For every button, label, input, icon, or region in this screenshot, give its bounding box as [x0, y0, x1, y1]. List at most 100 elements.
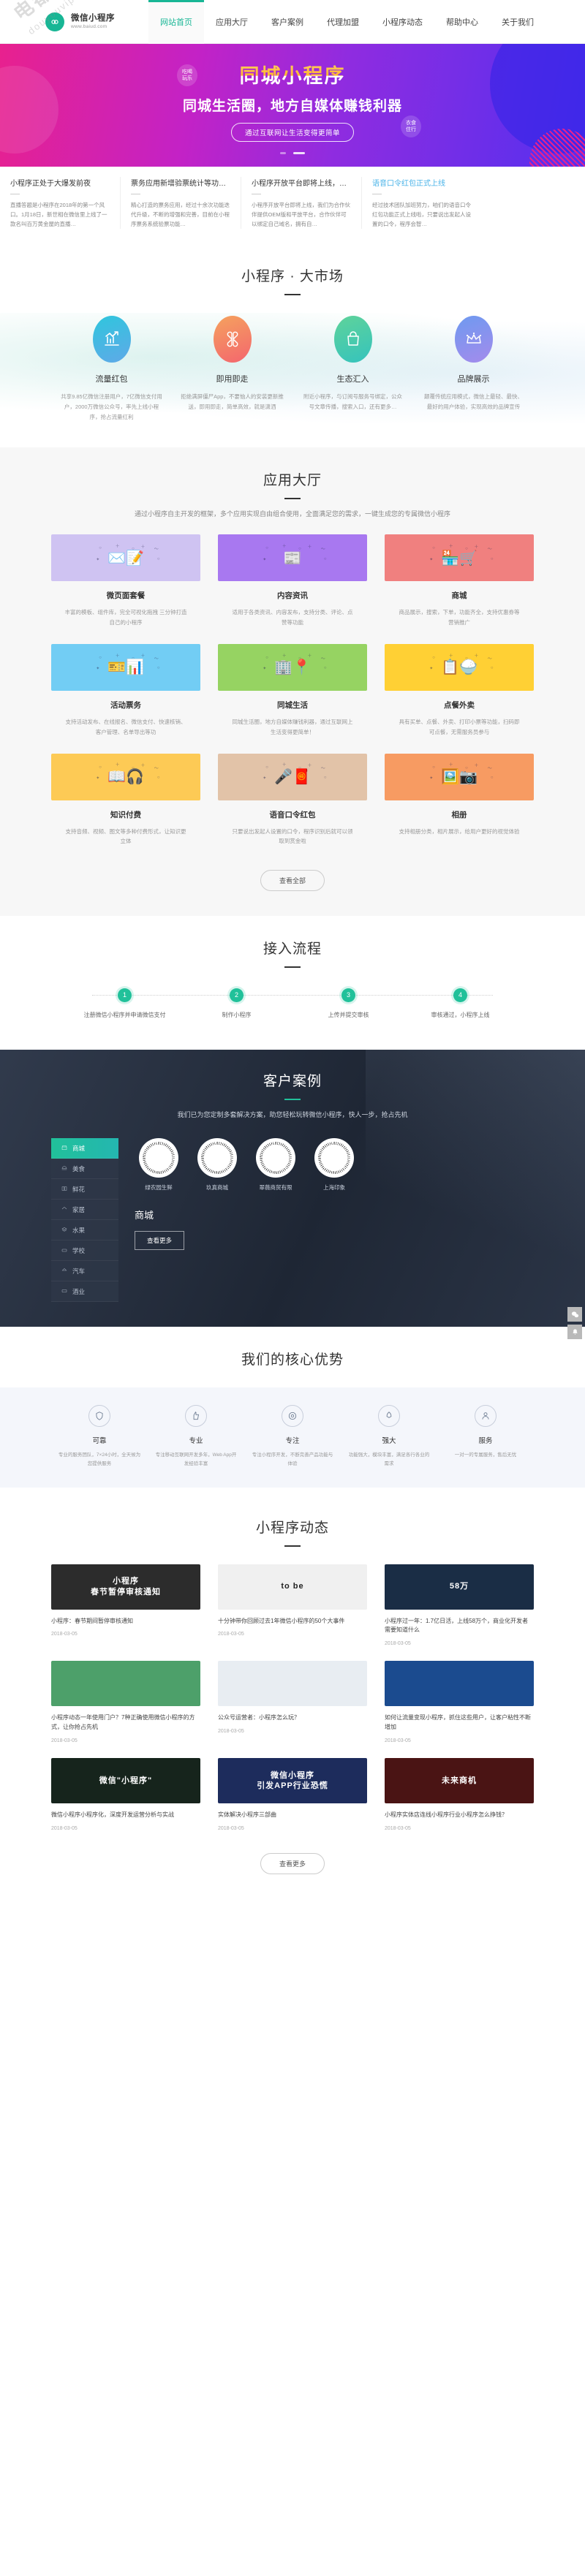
advantage-strip: 可靠 专业的服务团队，7×24小时，全天候为您提供服务 专业 专注移动互联网开发多年，…	[0, 1387, 585, 1488]
chart-growth-icon	[92, 316, 131, 363]
news-card[interactable]: 小程序动态一年使用门户？7种正确使用微信小程序的方式，让你抢占先机 2018-03…	[51, 1661, 200, 1743]
case-category-商城[interactable]: 商城	[51, 1138, 118, 1159]
nav-item-3[interactable]: 代理加盟	[315, 0, 371, 44]
nav-item-0[interactable]: 网站首页	[148, 0, 204, 44]
case-category-酒业[interactable]: 酒业	[51, 1281, 118, 1303]
nav-item-2[interactable]: 客户案例	[260, 0, 315, 44]
news-card[interactable]: 58万 小程序过一年：1.7亿日活，上线58万个，商业化开发者需要知道什么 2018…	[385, 1564, 534, 1646]
cases-view-more-button[interactable]: 查看更多	[135, 1231, 185, 1251]
app-card[interactable]: ○ ＋ ○ ＋〜 ✦ ○ 📰 内容资讯 适用于各类资讯、内容发布，支持分类、评论、点赞等功能	[218, 534, 367, 628]
app-card-grid: ○ ＋ ○ ＋〜 ✦ ○ ✉️📝 微页面套餐 丰富的模板、组件库，完全可视化拖拽 三分钟打造自己…	[51, 534, 534, 863]
news-card[interactable]: 公众号运营者：小程序怎么玩？ 2018-03-05	[218, 1661, 367, 1743]
app-card[interactable]: ○ ＋ ○ ＋〜 ✦ ○ 🖼️📷 相册 支持相册分类，相片展示，给用户更好的视觉体验	[385, 753, 534, 847]
advantage-item: 专业 专注移动互联网开发多年，Web App开发经验丰富	[148, 1405, 244, 1468]
news-card-date: 2018-03-05	[385, 1738, 411, 1743]
market-item[interactable]: 生态汇入 附近小程序，与订阅号服务号绑定，公众号文章传播，搜索入口，还有更多…	[292, 316, 413, 423]
advantage-grid: 可靠 专业的服务团队，7×24小时，全天候为您提供服务 专业 专注移动互联网开发多年，…	[51, 1405, 534, 1468]
news-strip-item[interactable]: 小程序正处于大爆发前夜 直播答题是小程序在2018年的第一个风口。1月18日，新世…	[0, 177, 121, 230]
market-item-desc: 附近小程序，与订阅号服务号绑定，公众号文章传播，搜索入口，还有更多…	[303, 393, 402, 411]
app-card[interactable]: ○ ＋ ○ ＋〜 ✦ ○ ✉️📝 微页面套餐 丰富的模板、组件库，完全可视化拖拽 三分钟打造自己…	[51, 534, 200, 628]
app-card[interactable]: ○ ＋ ○ ＋〜 ✦ ○ 🎤🧧 语音口令红包 只要说出发起人设置的口令，程序识别后就可以领取到赏…	[218, 753, 367, 847]
case-category-鲜花[interactable]: 鲜花	[51, 1179, 118, 1200]
news-strip-item[interactable]: 票务应用新增验票统计等功… 精心打造的票务应用，经过十余次功能迭代升级，不断的增强…	[121, 177, 241, 230]
news-thumbnail: 小程序 春节暂停审核通知	[51, 1564, 200, 1610]
carousel-dot-2[interactable]	[292, 152, 305, 155]
process-step-number: 4	[453, 988, 467, 1003]
app-card[interactable]: ○ ＋ ○ ＋〜 ✦ ○ 🎫📊 活动票务 支持活动发布、在线报名、微信支付、快速核销、客户管理、…	[51, 643, 200, 738]
hero-banner: 吃喝 玩乐 衣食 住行 同城小程序 同城生活圈，地方自媒体赚钱利器 通过互联网让…	[0, 44, 585, 167]
news-strip-item[interactable]: 小程序开放平台即将上线，… 小程序开放平台即将上线，我们为合作伙伴提供OEM版和平…	[241, 177, 362, 230]
wine-icon	[61, 1288, 72, 1295]
view-all-apps-button[interactable]: 查看全部	[260, 870, 325, 892]
app-card-desc: 支持音频、视频、图文等多种付费形式，让知识更立体	[65, 827, 186, 845]
case-logo-item[interactable]: 上海印象	[310, 1138, 358, 1192]
logo[interactable]: 微信小程序 www.baiud.com	[45, 12, 115, 31]
market-item-desc: 拒绝满屏僵尸App，不要恼人的安装更新推送，即用即走，简单高效，就是潇洒	[181, 393, 284, 411]
target-icon	[282, 1405, 303, 1428]
market-item-desc: 共享9.85亿微信注册用户，7亿微信支付用户，2000万微信公众号，率先上线小程…	[61, 393, 162, 421]
app-card-desc: 丰富的模板、组件库，完全可视化拖拽 三分钟打造自己的小程序	[64, 609, 187, 626]
app-card-title: 知识付费	[110, 810, 141, 819]
app-card-title: 内容资讯	[277, 591, 308, 600]
case-logo-item[interactable]: 玖真商城	[193, 1138, 241, 1192]
shop-icon	[61, 1145, 72, 1152]
process-step-number: 3	[341, 988, 355, 1003]
news-card[interactable]: 微信"小程序" 微信小程序小程序化，深度开发运营分析与实战 2018-03-05	[51, 1757, 200, 1831]
nav-item-1[interactable]: 应用大厅	[204, 0, 260, 44]
case-category-汽车[interactable]: 汽车	[51, 1261, 118, 1282]
rocket-icon	[378, 1405, 400, 1428]
app-card[interactable]: ○ ＋ ○ ＋〜 ✦ ○ 🏢📍 同城生活 同城生活圈，地方自媒体赚钱利器，通过互联网上生活变得更…	[218, 643, 367, 738]
menu-bowl-icon: ○ ＋ ○ ＋〜 ✦ ○ 📋🍚	[385, 643, 534, 691]
news-strip-desc: 经过技术团队加班努力，咱们的语音口令红包功能正式上线啦，只要说出发起人设置的口令…	[372, 202, 471, 228]
hero-cta-button[interactable]: 通过互联网让生活变得更简单	[230, 123, 354, 142]
market-item[interactable]: 品牌展示 颠覆传统应用模式，微信上最轻、最快、最好的用户体验，实现高效的品牌宣传	[413, 316, 534, 423]
process-step-number: 2	[230, 988, 244, 1003]
page-root: 电都有综合 douyouvip.com 微信小程序 www.baiud.com …	[0, 0, 585, 1901]
news-card-title: 如何让流量变现小程序，抓住这些用户，让客户粘性不断增加	[385, 1714, 531, 1731]
case-logo-name: 绿农园生鲜	[145, 1184, 173, 1192]
case-logo-badge	[139, 1138, 178, 1178]
news-card[interactable]: 未来商机 小程序实体店连线小程序行业小程序怎么挣钱？ 2018-03-05	[385, 1757, 534, 1831]
app-card[interactable]: ○ ＋ ○ ＋〜 ✦ ○ 📋🍚 点餐外卖 具有买单、点餐、外卖、打印小票等功能，扫码即可点餐，无…	[385, 643, 534, 738]
nav-item-5[interactable]: 帮助中心	[434, 0, 490, 44]
case-category-学校[interactable]: 学校	[51, 1240, 118, 1262]
case-logo-item[interactable]: 翠薇商贸有限	[252, 1138, 300, 1192]
nav-item-4[interactable]: 小程序动态	[371, 0, 434, 44]
app-card-desc: 适用于各类资讯、内容发布，支持分类、评论、点赞等功能	[232, 609, 353, 626]
case-logo-item[interactable]: 绿农园生鲜	[135, 1138, 183, 1192]
news-card-title: 十分钟带你回顾过去1年微信小程序的50个大事件	[218, 1617, 345, 1624]
advantage-item-desc: 一对一的专属服务，售后无忧	[454, 1452, 517, 1458]
ticket-chart-icon: ○ ＋ ○ ＋〜 ✦ ○ 🎫📊	[51, 643, 200, 691]
logo-subtitle: www.baiud.com	[71, 24, 107, 30]
news-card-title: 实体解决小程序三部曲	[218, 1811, 276, 1818]
flower-icon	[61, 1186, 72, 1193]
nav-item-6[interactable]: 关于我们	[490, 0, 546, 44]
case-category-家居[interactable]: 家居	[51, 1200, 118, 1221]
news-card[interactable]: to be 十分钟带你回顾过去1年微信小程序的50个大事件 2018-03-05	[218, 1564, 367, 1647]
advantage-item: 专注 专注小程序开发，不断完善产品功能与体验	[244, 1405, 341, 1468]
advantage-item: 可靠 专业的服务团队，7×24小时，全天候为您提供服务	[51, 1405, 148, 1468]
hero-carousel-dots[interactable]	[0, 148, 585, 158]
case-current-category: 商城	[135, 1210, 154, 1221]
news-card[interactable]: 小程序 春节暂停审核通知 小程序：春节期间暂停审核通知 2018-03-05	[51, 1564, 200, 1647]
case-logo-badge	[256, 1138, 295, 1178]
news-strip-item[interactable]: 语音口令红包正式上线 经过技术团队加班努力，咱们的语音口令红包功能正式上线啦，只要…	[362, 177, 483, 229]
view-more-news-button[interactable]: 查看更多	[260, 1852, 325, 1874]
advantage-item: 服务 一对一的专属服务，售后无忧	[437, 1405, 534, 1468]
section-rule	[284, 1099, 301, 1101]
market-item[interactable]: 即用即走 拒绝满屏僵尸App，不要恼人的安装更新推送，即用即走，简单高效，就是潇洒	[172, 316, 292, 423]
app-card[interactable]: ○ ＋ ○ ＋〜 ✦ ○ 📖🎧 知识付费 支持音频、视频、图文等多种付费形式，让知识更立体	[51, 753, 200, 847]
process-step-label: 审核通过，小程序上线	[431, 1012, 490, 1019]
wechat-icon[interactable]	[567, 1307, 582, 1322]
market-item[interactable]: 流量红包 共享9.85亿微信注册用户，7亿微信支付用户，2000万微信公众号，率先…	[51, 316, 172, 423]
news-card[interactable]: 微信小程序 引发APP行业恐慌 实体解决小程序三部曲 2018-03-05	[218, 1757, 367, 1831]
news-card[interactable]: 如何让流量变现小程序，抓住这些用户，让客户粘性不断增加 2018-03-05	[385, 1661, 534, 1743]
news-card-date: 2018-03-05	[218, 1632, 244, 1637]
case-category-水果[interactable]: 水果	[51, 1220, 118, 1241]
bell-icon[interactable]	[567, 1325, 582, 1339]
mic-red-packet-icon: ○ ＋ ○ ＋〜 ✦ ○ 🎤🧧	[218, 753, 367, 800]
case-category-美食[interactable]: 美食	[51, 1159, 118, 1180]
carousel-dot-1[interactable]	[280, 152, 287, 155]
section-rule	[284, 966, 301, 969]
app-card[interactable]: ○ ＋ ○ ＋〜 ✦ ○ 🏪🛒 商城 商品展示，搜索，下单，功能齐全，支持优惠券等营销推广	[385, 534, 534, 628]
